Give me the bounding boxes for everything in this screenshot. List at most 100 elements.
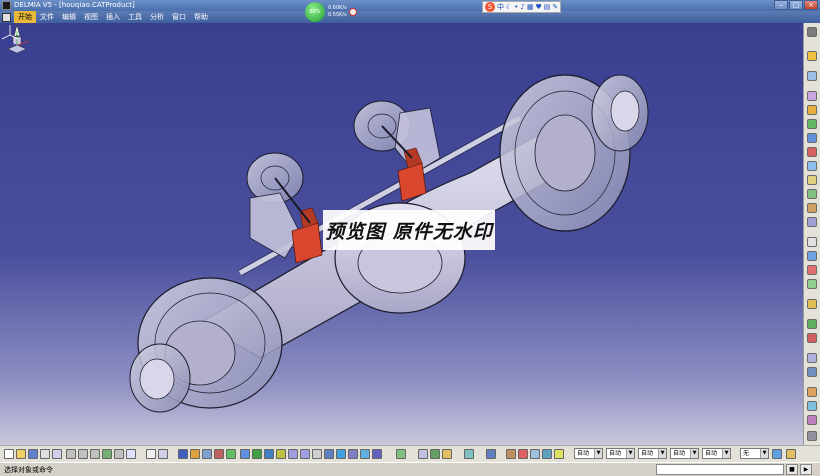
renumber-icon[interactable] <box>807 161 817 171</box>
texture-icon[interactable] <box>506 449 516 459</box>
fly-mode-icon[interactable] <box>240 449 250 459</box>
cut-icon[interactable] <box>66 449 76 459</box>
maximize-button[interactable]: □ <box>789 0 803 10</box>
ground-icon[interactable] <box>542 449 552 459</box>
swap-space-icon[interactable] <box>372 449 382 459</box>
depth-icon[interactable] <box>530 449 540 459</box>
lighting-icon[interactable] <box>486 449 496 459</box>
paste-icon[interactable] <box>90 449 100 459</box>
fix-together-icon[interactable] <box>807 319 817 329</box>
component-icon[interactable] <box>807 91 817 101</box>
reorder-icon[interactable] <box>807 175 817 185</box>
new-icon[interactable] <box>4 449 14 459</box>
ime-moon-icon[interactable]: ☾ <box>506 2 512 12</box>
inertia-icon[interactable] <box>442 449 452 459</box>
catalog-icon[interactable] <box>190 449 200 459</box>
scene-icon[interactable] <box>226 449 236 459</box>
replace-icon[interactable] <box>807 133 817 143</box>
open-icon[interactable] <box>16 449 26 459</box>
ime-punct-icon[interactable]: • <box>514 2 518 12</box>
pan-icon[interactable] <box>264 449 274 459</box>
menu-analysis[interactable]: 分析 <box>146 11 168 23</box>
print-icon[interactable] <box>40 449 50 459</box>
offset-icon[interactable] <box>807 265 817 275</box>
point-symbol-combo[interactable]: 自动 ▼ <box>702 448 731 459</box>
network-monitor[interactable]: 88% 0.60K/s 0.55K/s <box>305 2 361 22</box>
clash-icon[interactable] <box>807 401 817 411</box>
ime-mic-icon[interactable]: ♪ <box>520 2 524 12</box>
quick-constraint-icon[interactable] <box>807 333 817 343</box>
save-icon[interactable] <box>28 449 38 459</box>
comment-icon[interactable] <box>158 449 168 459</box>
ime-settings-icon[interactable]: ✎ <box>552 2 558 12</box>
undo-icon[interactable] <box>102 449 112 459</box>
command-stop-button[interactable]: ■ <box>786 464 798 475</box>
rear-right-disc[interactable] <box>353 100 441 174</box>
redo-icon[interactable] <box>114 449 124 459</box>
menu-file[interactable]: 文件 <box>36 11 58 23</box>
ime-skin-icon[interactable]: ♥ <box>536 2 542 12</box>
properties-icon[interactable] <box>786 449 796 459</box>
magnifier-icon[interactable] <box>554 449 564 459</box>
iso-view-icon[interactable] <box>336 449 346 459</box>
angle-icon[interactable] <box>807 279 817 289</box>
fit-all-icon[interactable] <box>252 449 262 459</box>
app-menu-icon[interactable] <box>2 12 11 22</box>
close-button[interactable]: × <box>804 0 818 10</box>
left-wheel-hub[interactable] <box>129 277 283 413</box>
measure-item-icon[interactable] <box>430 449 440 459</box>
layer-combo[interactable]: 无 ▼ <box>740 448 769 459</box>
copy-icon[interactable] <box>78 449 88 459</box>
menu-start[interactable]: 开始 <box>14 11 36 23</box>
menu-edit[interactable]: 编辑 <box>58 11 80 23</box>
analysis-icon[interactable] <box>202 449 212 459</box>
knowledge-icon[interactable] <box>214 449 224 459</box>
select-icon[interactable] <box>807 51 817 61</box>
help-icon[interactable] <box>126 449 136 459</box>
formula-icon[interactable] <box>146 449 156 459</box>
measure-icon[interactable] <box>807 387 817 397</box>
menu-help[interactable]: 帮助 <box>190 11 212 23</box>
command-run-button[interactable]: ▶ <box>800 464 812 475</box>
transparency-combo[interactable]: 自动 ▼ <box>606 448 635 459</box>
shading-icon[interactable] <box>348 449 358 459</box>
workbench-icon[interactable] <box>396 449 406 459</box>
zoom-out-icon[interactable] <box>300 449 310 459</box>
hide-show-icon[interactable] <box>360 449 370 459</box>
quick-print-icon[interactable] <box>52 449 62 459</box>
ime-toolbar[interactable]: S 中 ☾ • ♪ ▦ ♥ ▤ ✎ <box>482 1 562 13</box>
explode-icon[interactable] <box>807 217 817 227</box>
contact-icon[interactable] <box>807 251 817 261</box>
tree-icon[interactable] <box>178 449 188 459</box>
ime-language[interactable]: 中 <box>497 2 504 12</box>
insert-existing-icon[interactable] <box>807 119 817 129</box>
coincidence-icon[interactable] <box>807 237 817 247</box>
material-icon[interactable] <box>518 449 528 459</box>
zoom-in-icon[interactable] <box>288 449 298 459</box>
red-mount-left[interactable] <box>291 207 323 264</box>
part-icon[interactable] <box>807 105 817 115</box>
rotate-icon[interactable] <box>276 449 286 459</box>
line-thickness-combo[interactable]: 自动 ▼ <box>638 448 667 459</box>
change-constraint-icon[interactable] <box>807 353 817 363</box>
snap-icon[interactable] <box>807 203 817 213</box>
reuse-pattern-icon[interactable] <box>807 367 817 377</box>
fix-icon[interactable] <box>807 299 817 309</box>
command-input[interactable] <box>656 464 784 475</box>
product-icon[interactable] <box>807 71 817 81</box>
measure-between-icon[interactable] <box>418 449 428 459</box>
sectioning-icon[interactable] <box>807 415 817 425</box>
menu-insert[interactable]: 插入 <box>102 11 124 23</box>
normal-view-icon[interactable] <box>312 449 322 459</box>
menu-tools[interactable]: 工具 <box>124 11 146 23</box>
multi-view-icon[interactable] <box>324 449 334 459</box>
format-painter-icon[interactable] <box>772 449 782 459</box>
right-wheel-hub[interactable] <box>499 74 649 232</box>
linetype-combo[interactable]: 自动 ▼ <box>670 448 699 459</box>
minimize-button[interactable]: – <box>774 0 788 10</box>
tree-toggle-icon[interactable] <box>807 27 817 37</box>
menu-window[interactable]: 窗口 <box>168 11 190 23</box>
manipulate-icon[interactable] <box>807 189 817 199</box>
ime-grid-icon[interactable]: ▤ <box>544 2 551 12</box>
graph-tree-icon[interactable] <box>807 147 817 157</box>
